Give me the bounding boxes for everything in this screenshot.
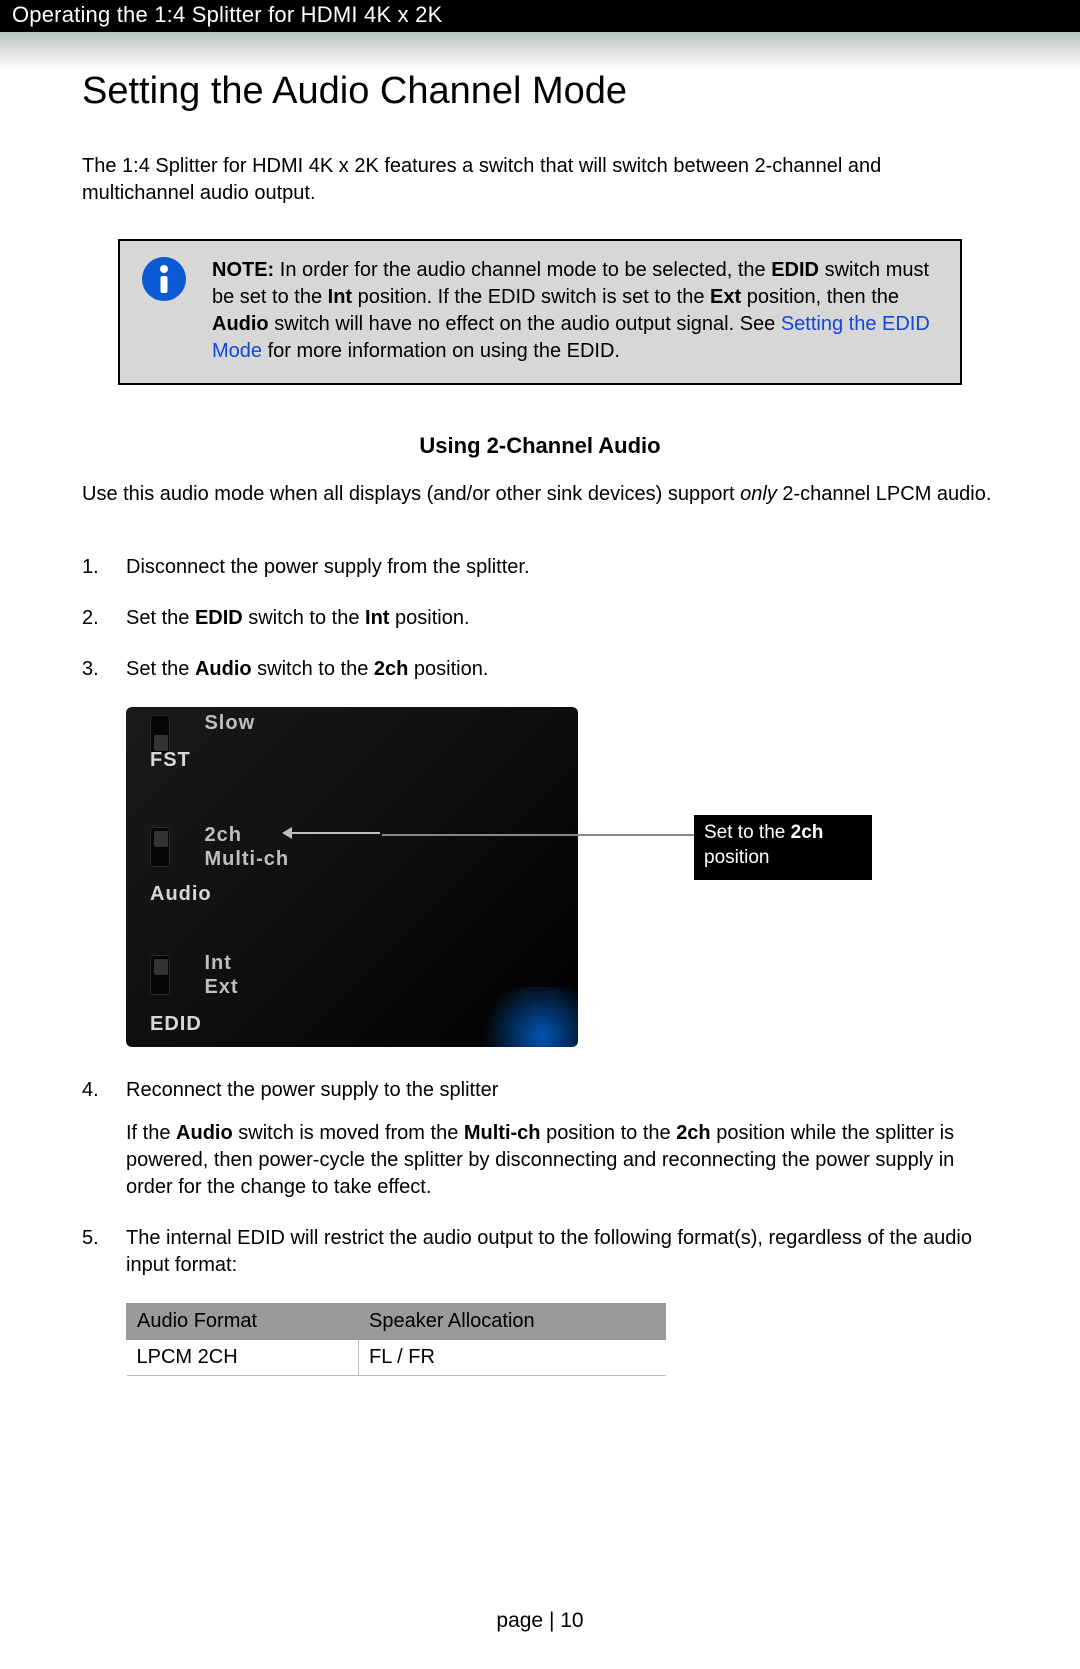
note-b1: EDID [771, 259, 819, 281]
s2-mid: switch to the [243, 607, 365, 629]
step-1-text: Disconnect the power supply from the spl… [126, 556, 530, 578]
table-row: LPCM 2CH FL / FR [127, 1340, 666, 1376]
td-format: LPCM 2CH [127, 1340, 359, 1376]
audio-switch [150, 827, 170, 867]
audio-format-table: Audio Format Speaker Allocation LPCM 2CH… [126, 1303, 666, 1376]
step-2: Set the EDID switch to the Int position. [82, 605, 998, 632]
step-3: Set the Audio switch to the 2ch position… [82, 656, 998, 683]
subheading: Using 2-Channel Audio [82, 433, 998, 459]
lead-pre: Use this audio mode when all displays (a… [82, 483, 740, 505]
footer-page-number: 10 [560, 1609, 583, 1632]
switch-row-audio: 2ch Multi-ch [150, 823, 558, 871]
note-part3: position. If the EDID switch is set to t… [352, 286, 710, 308]
s2-post: position. [389, 607, 469, 629]
s3-b2: 2ch [374, 658, 408, 680]
lead-only: only [740, 483, 777, 505]
s2-pre: Set the [126, 607, 195, 629]
edid-opt-int: Int [204, 951, 238, 975]
td-alloc: FL / FR [358, 1340, 665, 1376]
breadcrumb: Operating the 1:4 Splitter for HDMI 4K x… [12, 2, 442, 27]
audio-opt-2ch: 2ch [204, 823, 289, 847]
header-gradient [0, 32, 1080, 70]
fst-label: FST [150, 749, 191, 772]
steps-list-cont: Reconnect the power supply to the splitt… [82, 1077, 998, 1279]
note-text: NOTE: In order for the audio channel mod… [212, 257, 938, 365]
step-4: Reconnect the power supply to the splitt… [82, 1077, 998, 1201]
note-b3: Ext [710, 286, 741, 308]
lead-paragraph: Use this audio mode when all displays (a… [82, 481, 998, 508]
s4p-b2: Multi-ch [464, 1122, 541, 1144]
step-1: Disconnect the power supply from the spl… [82, 554, 998, 581]
page-footer: page | 10 [0, 1609, 1080, 1633]
note-part1: In order for the audio channel mode to b… [274, 259, 771, 281]
edid-opt-ext: Ext [204, 975, 238, 999]
s5-text: The internal EDID will restrict the audi… [126, 1227, 972, 1276]
s3-post: position. [408, 658, 488, 680]
callout-b: 2ch [791, 822, 824, 843]
s4-para: If the Audio switch is moved from the Mu… [126, 1120, 998, 1201]
device-photo: Slow FST 2ch Multi-ch Audio Int Ext [126, 707, 578, 1047]
s4p-b3: 2ch [676, 1122, 710, 1144]
intro-paragraph: The 1:4 Splitter for HDMI 4K x 2K featur… [82, 153, 998, 207]
callout-box: Set to the 2ch position [694, 815, 872, 880]
steps-list: Disconnect the power supply from the spl… [82, 554, 998, 683]
note-part4: position, then the [741, 286, 899, 308]
s2-b1: EDID [195, 607, 243, 629]
arrow-2ch-icon [284, 832, 380, 834]
edid-label: EDID [150, 1013, 202, 1036]
s4p-pre: If the [126, 1122, 176, 1144]
note-part5: switch will have no effect on the audio … [269, 313, 781, 335]
s3-mid: switch to the [252, 658, 374, 680]
s4p-b1: Audio [176, 1122, 233, 1144]
diagram: Slow FST 2ch Multi-ch Audio Int Ext [126, 707, 998, 1047]
s4-line1: Reconnect the power supply to the splitt… [126, 1079, 498, 1101]
header-bar: Operating the 1:4 Splitter for HDMI 4K x… [0, 0, 1080, 32]
step-5: The internal EDID will restrict the audi… [82, 1225, 998, 1279]
footer-label: page | [496, 1609, 560, 1632]
callout-pre: Set to the [704, 822, 791, 843]
lead-post: 2-channel LPCM audio. [777, 483, 992, 505]
fst-opt-slow: Slow [204, 711, 255, 735]
note-part6: for more information on using the EDID. [262, 340, 620, 362]
table-header-row: Audio Format Speaker Allocation [127, 1304, 666, 1340]
th-speaker-alloc: Speaker Allocation [358, 1304, 665, 1340]
info-icon-wrap [142, 257, 188, 365]
audio-label: Audio [150, 883, 212, 906]
callout-post: position [704, 847, 770, 868]
note-label: NOTE: [212, 259, 274, 281]
s3-b1: Audio [195, 658, 252, 680]
note-b4: Audio [212, 313, 269, 335]
audio-opt-multi: Multi-ch [204, 847, 289, 871]
s3-pre: Set the [126, 658, 195, 680]
switch-row-edid: Int Ext [150, 951, 558, 999]
note-box: NOTE: In order for the audio channel mod… [118, 239, 962, 385]
s2-b2: Int [365, 607, 389, 629]
page-title: Setting the Audio Channel Mode [82, 70, 998, 113]
s4p-a: switch is moved from the [233, 1122, 464, 1144]
callout-connector-line [382, 834, 694, 836]
th-audio-format: Audio Format [127, 1304, 359, 1340]
edid-switch [150, 955, 170, 995]
s4p-b: position to the [541, 1122, 677, 1144]
info-icon [142, 257, 186, 301]
note-b2: Int [328, 286, 352, 308]
switch-row-fst: Slow [150, 711, 558, 755]
